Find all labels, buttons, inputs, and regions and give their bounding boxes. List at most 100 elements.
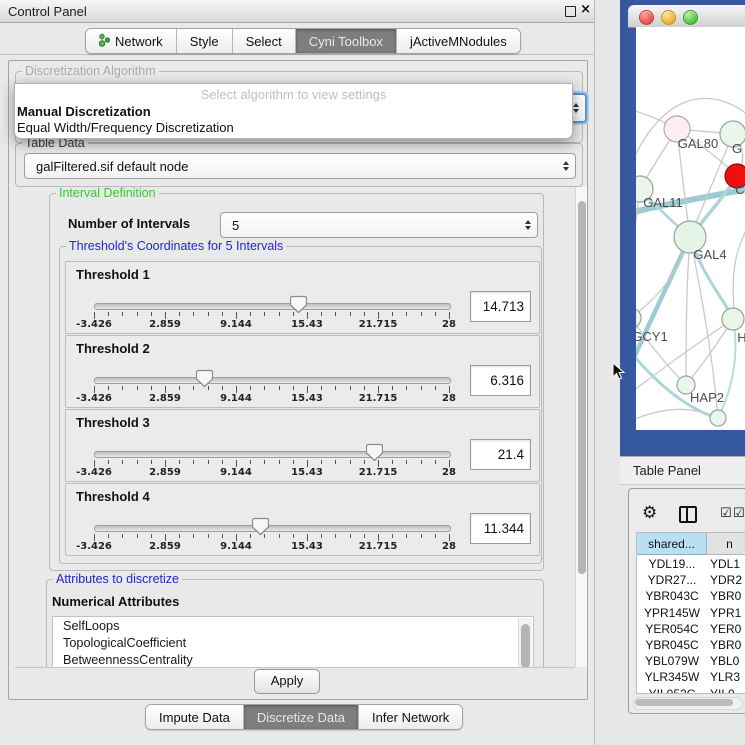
network-view-canvas[interactable]: GAL80GCGAL11GAL4GCY1HHAP2 [636, 27, 745, 430]
table-row[interactable]: YBL079W YBL0 [637, 654, 745, 670]
table-cell-shared-name: YDR27... [640, 573, 704, 587]
control-panel-window: Control Panel × NetworkStyle Select Cyni T… [0, 0, 595, 745]
slider-tick [222, 534, 223, 538]
list-item[interactable]: BetweennessCentrality [53, 651, 533, 668]
dropdown-option-manual[interactable]: Manual Discretization [16, 104, 570, 119]
slider-tick [321, 460, 322, 464]
slider-tick [307, 386, 308, 393]
network-node-unlabeled[interactable] [710, 410, 726, 426]
slider-tick [179, 386, 180, 390]
network-node-H[interactable] [722, 308, 744, 330]
tab-cyni-toolbox[interactable]: Cyni Toolbox [296, 29, 397, 53]
column-header-name[interactable]: n [707, 533, 745, 555]
list-item[interactable]: TopologicalCoefficient [53, 634, 533, 651]
table-cell-name: YBL0 [710, 654, 745, 668]
slider-tick [364, 534, 365, 538]
threshold-value-field[interactable]: 21.4 [470, 439, 531, 470]
mac-minimize-button[interactable] [661, 10, 676, 25]
table-row[interactable]: YPR145WYPR1 [637, 606, 745, 622]
table-row[interactable]: YLR345WYLR3 [637, 670, 745, 686]
table-cell-name: YBR0 [710, 589, 745, 603]
thresholds-group: Threshold's Coordinates for 5 Intervals … [59, 246, 542, 564]
slider-tick-label: 9.144 [206, 393, 266, 404]
num-intervals-combobox[interactable]: 5 [220, 212, 538, 238]
combo-arrows-icon [557, 161, 575, 171]
control-panel-titlebar: Control Panel × [0, 0, 594, 23]
network-edge[interactable] [636, 409, 718, 422]
slider-tick [293, 460, 294, 464]
slider-tick [137, 386, 138, 390]
table-row[interactable]: YBR043CYBR0 [637, 589, 745, 605]
combo-arrows-icon [519, 220, 537, 230]
slider-tick [179, 534, 180, 538]
threshold-slider-track[interactable] [94, 303, 451, 310]
threshold-slider-track[interactable] [94, 377, 451, 384]
slider-tick [350, 460, 351, 464]
dropdown-option-equal-width[interactable]: Equal Width/Frequency Discretization [16, 120, 570, 135]
tab-impute-data[interactable]: Impute Data [146, 705, 244, 729]
mac-zoom-button[interactable] [683, 10, 698, 25]
checkbox-icon[interactable]: ☑ [720, 507, 732, 520]
float-window-icon[interactable] [565, 6, 576, 17]
list-item[interactable]: SelfLoops [53, 617, 533, 634]
threshold-slider-track[interactable] [94, 525, 451, 532]
table-row[interactable]: YBR045CYBR0 [637, 638, 745, 654]
slider-tick-label: 9.144 [206, 467, 266, 478]
network-window-titlebar[interactable] [628, 5, 745, 28]
slider-tick-label: 2.859 [135, 319, 195, 330]
network-edge[interactable] [686, 237, 690, 385]
split-columns-icon[interactable] [679, 506, 697, 523]
close-icon[interactable]: × [580, 2, 591, 17]
scrollbar-thumb[interactable] [521, 624, 530, 668]
node-label: H [737, 330, 745, 345]
slider-tick-label: 2.859 [135, 393, 195, 404]
threshold-slider-thumb[interactable] [366, 443, 383, 462]
tab-discretize-data[interactable]: Discretize Data [244, 705, 359, 729]
threshold-slider-thumb[interactable] [290, 295, 307, 314]
tab-jactivemnodules[interactable]: jActiveMNodules [397, 29, 520, 53]
scrollbar-thumb[interactable] [635, 699, 733, 706]
attributes-group: Attributes to discretize Numerical Attri… [46, 579, 544, 668]
num-intervals-label: Number of Intervals [68, 216, 190, 231]
threshold-value-field[interactable]: 11.344 [470, 513, 531, 544]
gear-icon[interactable]: ⚙ [642, 505, 657, 522]
threshold-slider-thumb[interactable] [196, 369, 213, 388]
network-edge[interactable] [686, 319, 733, 385]
threshold-value-field[interactable]: 14.713 [470, 291, 531, 322]
network-edge[interactable] [733, 227, 745, 319]
table-row[interactable]: YDL19...YDL1 [637, 557, 745, 573]
slider-tick [250, 534, 251, 538]
mac-close-button[interactable] [639, 10, 654, 25]
slider-tick [449, 534, 450, 541]
apply-button[interactable]: Apply [254, 669, 320, 694]
slider-tick [208, 312, 209, 316]
table-cell-name: YER0 [710, 622, 745, 636]
table-data-combobox[interactable]: galFiltered.sif default node [24, 153, 576, 179]
slider-tick [392, 312, 393, 316]
tab-label: Select [246, 34, 282, 49]
tab-select[interactable]: Select [233, 29, 296, 53]
table-horizontal-scrollbar[interactable] [633, 697, 743, 710]
table-cell-shared-name: YBL079W [640, 654, 704, 668]
tab-style[interactable]: Style [177, 29, 233, 53]
settings-vertical-scrollbar[interactable] [575, 187, 587, 667]
node-label: G [732, 141, 742, 156]
threshold-slider-track[interactable] [94, 451, 451, 458]
slider-tick [406, 460, 407, 464]
slider-tick [165, 460, 166, 467]
tab-infer-network[interactable]: Infer Network [359, 705, 462, 729]
column-header-shared-name[interactable]: shared... [637, 533, 707, 555]
slider-tick [392, 534, 393, 538]
tab-network[interactable]: Network [86, 29, 177, 53]
threshold-value-field[interactable]: 6.316 [470, 365, 531, 396]
threshold-slider-thumb[interactable] [252, 517, 269, 536]
tab-label: Discretize Data [257, 710, 345, 725]
checkbox-icon[interactable]: ☑ [733, 507, 745, 520]
table-row[interactable]: YIL052CYIL0 [637, 687, 745, 694]
table-row[interactable]: YER054CYER0 [637, 622, 745, 638]
attributes-list-scrollbar[interactable] [518, 618, 532, 668]
table-row[interactable]: YDR27...YDR2 [637, 573, 745, 589]
slider-tick-label: 2.859 [135, 541, 195, 552]
slider-tick-label: 9.144 [206, 541, 266, 552]
scrollbar-thumb[interactable] [578, 201, 586, 574]
